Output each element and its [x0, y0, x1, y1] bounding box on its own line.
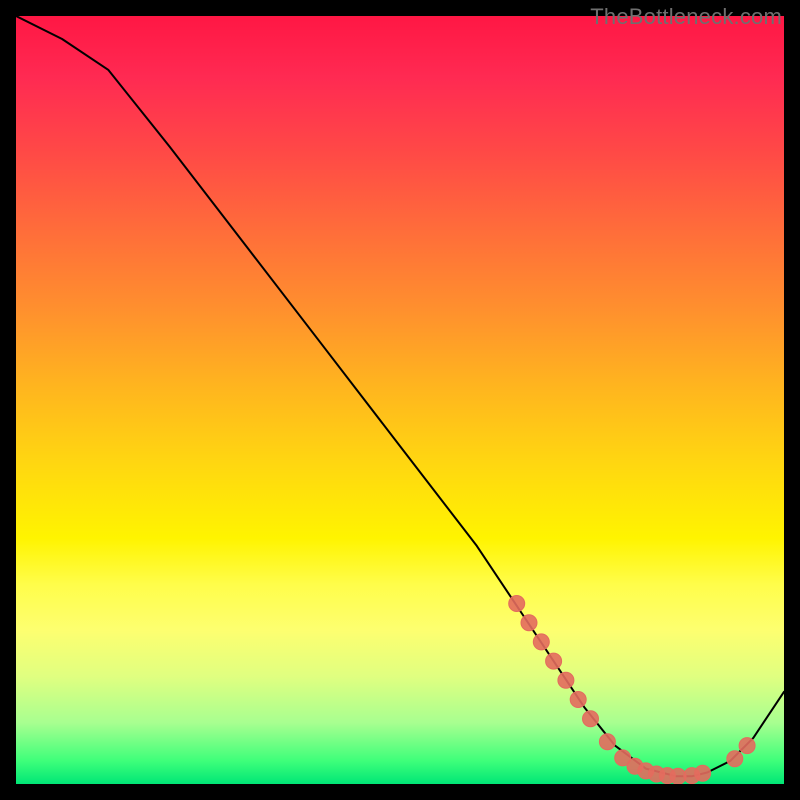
data-marker [583, 711, 599, 727]
data-marker [533, 634, 549, 650]
data-marker [739, 738, 755, 754]
data-marker [695, 765, 711, 781]
data-marker [521, 615, 537, 631]
marker-layer [509, 596, 755, 785]
chart-frame: TheBottleneck.com [0, 0, 800, 800]
chart-svg [16, 16, 784, 784]
data-marker [546, 653, 562, 669]
curve-layer [16, 16, 784, 776]
data-marker [599, 734, 615, 750]
bottleneck-curve [16, 16, 784, 776]
plot-area [16, 16, 784, 784]
data-marker [558, 672, 574, 688]
data-marker [727, 751, 743, 767]
data-marker [509, 596, 525, 612]
watermark-text: TheBottleneck.com [590, 4, 782, 30]
data-marker [570, 692, 586, 708]
